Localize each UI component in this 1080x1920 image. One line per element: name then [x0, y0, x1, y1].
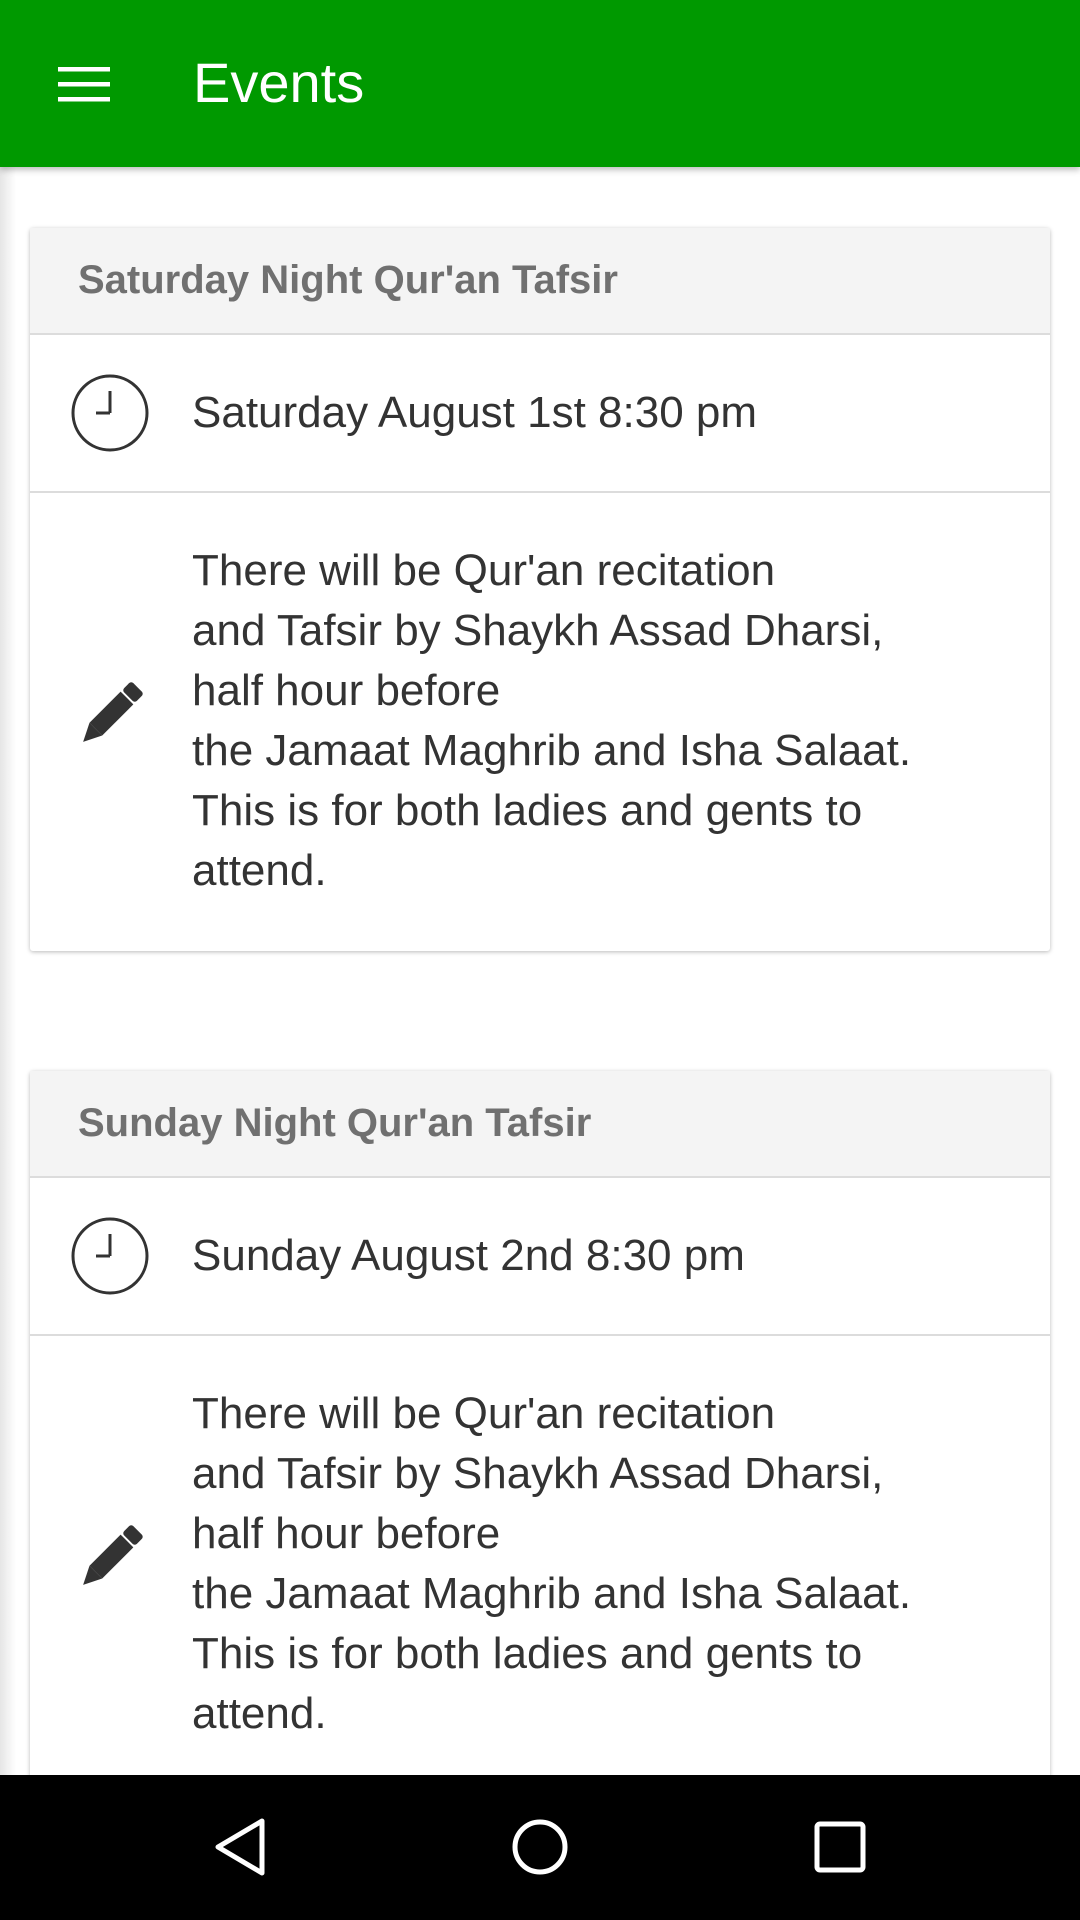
event-description: There will be Qur'an recitation and Tafs…	[192, 1389, 912, 1738]
home-button[interactable]	[490, 1797, 590, 1897]
event-time-row: Saturday August 1st 8:30 pm	[30, 335, 1050, 493]
pencil-icon	[68, 1516, 152, 1600]
system-navigation-bar	[0, 1775, 1080, 1920]
back-button[interactable]	[190, 1797, 290, 1897]
event-time: Saturday August 1st 8:30 pm	[192, 388, 758, 437]
event-title: Saturday Night Qur'an Tafsir	[30, 228, 1050, 335]
events-list[interactable]: Saturday Night Qur'an Tafsir Saturday Au…	[0, 167, 1080, 1775]
menu-button[interactable]	[34, 34, 134, 134]
recents-button[interactable]	[790, 1797, 890, 1897]
app-bar: Events	[0, 0, 1080, 167]
event-card[interactable]: Saturday Night Qur'an Tafsir Saturday Au…	[30, 228, 1050, 951]
drawer-edge-shadow	[0, 0, 16, 1920]
pencil-icon	[68, 673, 152, 757]
clock-icon	[68, 371, 152, 455]
page-title: Events	[193, 51, 365, 114]
event-description-row: There will be Qur'an recitation and Tafs…	[30, 493, 1050, 951]
home-circle-icon	[512, 1819, 568, 1875]
event-time: Sunday August 2nd 8:30 pm	[192, 1231, 745, 1280]
event-description: There will be Qur'an recitation and Tafs…	[192, 546, 912, 895]
event-title: Sunday Night Qur'an Tafsir	[30, 1071, 1050, 1178]
event-card[interactable]: Sunday Night Qur'an Tafsir Sunday August…	[30, 1071, 1050, 1775]
recents-square-icon	[814, 1821, 866, 1873]
event-description-row: There will be Qur'an recitation and Tafs…	[30, 1336, 1050, 1775]
clock-icon	[68, 1214, 152, 1298]
events-screen: Events Saturday Night Qur'an Tafsir Satu…	[0, 0, 1080, 1920]
back-triangle-icon	[215, 1818, 265, 1876]
event-time-row: Sunday August 2nd 8:30 pm	[30, 1178, 1050, 1336]
hamburger-menu-icon	[58, 67, 110, 102]
